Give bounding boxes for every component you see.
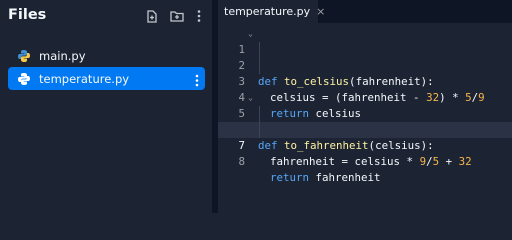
- indent-guide: [259, 42, 260, 58]
- files-panel-title: Files: [8, 7, 47, 23]
- code-line-current[interactable]: 7 return fahrenheit: [218, 122, 512, 184]
- file-name: main.py: [39, 48, 86, 63]
- fold-chevron-icon[interactable]: ⌄: [246, 26, 255, 42]
- file-options-icon[interactable]: [195, 72, 199, 87]
- add-file-icon[interactable]: [145, 9, 159, 23]
- line-code: fahrenheit = celsius * 9/5 + 32: [270, 155, 472, 168]
- file-item-main-py[interactable]: main.py: [8, 44, 205, 67]
- more-options-icon[interactable]: [192, 9, 206, 23]
- file-name: temperature.py: [39, 71, 130, 86]
- line-code: return fahrenheit: [270, 171, 381, 184]
- code-line[interactable]: 4: [218, 74, 512, 104]
- python-icon: [17, 49, 31, 63]
- code-editor[interactable]: temperature.py × 1 ⌄ def to_celsius(fahr…: [218, 0, 512, 213]
- line-number: 8: [238, 155, 245, 168]
- indent-guide: [259, 106, 260, 122]
- code-area[interactable]: 1 ⌄ def to_celsius(fahrenheit): 2 celsiu…: [218, 26, 512, 184]
- code-line[interactable]: 3 return celsius: [218, 58, 512, 120]
- indent-guide: [259, 58, 260, 74]
- close-tab-icon[interactable]: ×: [316, 5, 325, 18]
- code-line[interactable]: 6 fahrenheit = celsius * 9/5 + 32: [218, 106, 512, 168]
- fold-chevron-icon[interactable]: ⌄: [246, 90, 255, 106]
- indent-guide: [259, 122, 260, 138]
- python-icon: [17, 72, 31, 86]
- code-line[interactable]: 5 ⌄ def to_fahrenheit(celsius):: [218, 90, 512, 152]
- files-sidebar: Files main.py temperature.py: [0, 0, 212, 213]
- file-item-temperature-py[interactable]: temperature.py: [8, 67, 205, 90]
- editor-tab-bar: temperature.py ×: [218, 0, 512, 23]
- add-folder-icon[interactable]: [170, 9, 184, 23]
- code-line[interactable]: 1 ⌄ def to_celsius(fahrenheit):: [218, 26, 512, 88]
- tab-temperature-py[interactable]: temperature.py ×: [218, 0, 325, 23]
- tab-label: temperature.py: [224, 5, 311, 18]
- code-line[interactable]: 8: [218, 138, 512, 168]
- code-line[interactable]: 2 celsius = (fahrenheit - 32) * 5/9: [218, 42, 512, 104]
